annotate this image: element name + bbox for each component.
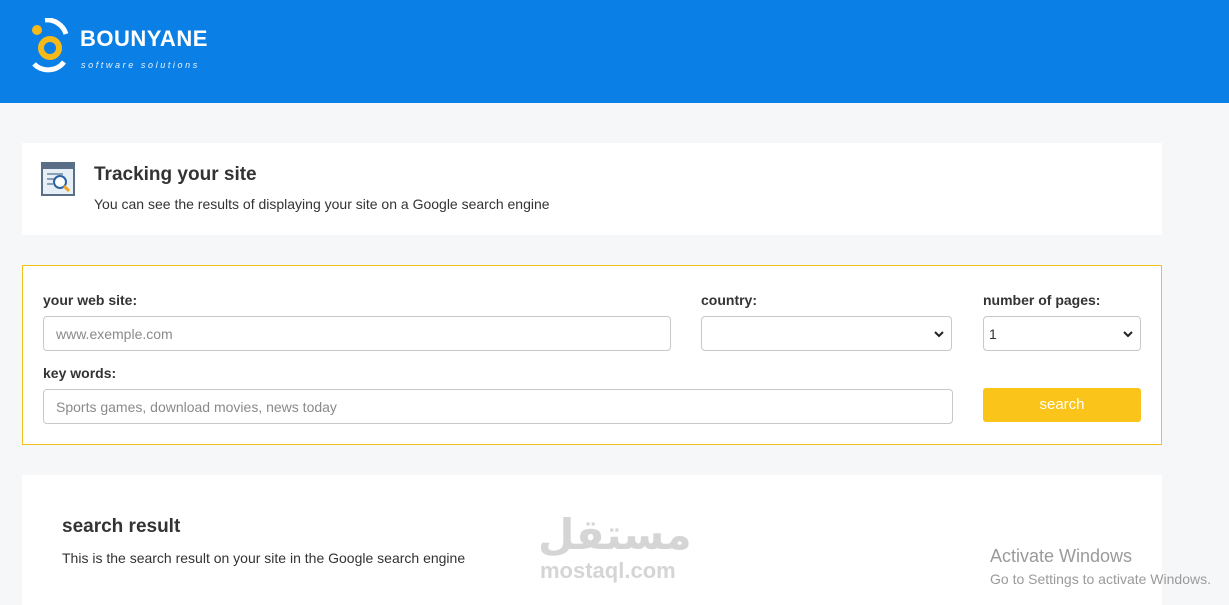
keywords-input[interactable]	[43, 389, 953, 424]
result-title: search result	[62, 516, 181, 537]
country-label: country:	[701, 292, 757, 308]
mostaql-watermark: مستقل mostaql.com	[538, 510, 693, 585]
search-form: your web site: country: number of pages:…	[22, 265, 1162, 445]
activate-windows-overlay: Activate Windows Go to Settings to activ…	[990, 546, 1211, 587]
keywords-label: key words:	[43, 365, 117, 381]
chevron-down-icon	[934, 331, 944, 338]
page-title: Tracking your site	[94, 164, 257, 185]
pages-select[interactable]: 1	[983, 316, 1141, 351]
top-header: BOUNYANE software solutions	[0, 0, 1229, 103]
logo-mark-icon	[32, 18, 69, 73]
activate-subtitle: Go to Settings to activate Windows.	[990, 571, 1211, 587]
brand-name: BOUNYANE	[80, 26, 208, 51]
brand-logo[interactable]: BOUNYANE software solutions	[30, 18, 230, 78]
country-select[interactable]	[701, 316, 952, 351]
result-subtitle: This is the search result on your site i…	[62, 550, 466, 566]
search-button[interactable]: search	[983, 388, 1141, 422]
page-subtitle: You can see the results of displaying yo…	[94, 196, 550, 212]
search-document-icon	[41, 162, 75, 196]
website-input[interactable]	[43, 316, 671, 351]
chevron-down-icon	[1123, 331, 1133, 338]
pages-select-value: 1	[989, 326, 997, 342]
brand-tagline: software solutions	[81, 60, 200, 70]
watermark-latin: mostaql.com	[540, 558, 676, 583]
pages-label: number of pages:	[983, 292, 1101, 308]
website-label: your web site:	[43, 292, 138, 308]
activate-title: Activate Windows	[990, 546, 1133, 566]
watermark-arabic: مستقل	[538, 511, 692, 558]
intro-card: Tracking your site You can see the resul…	[22, 143, 1162, 235]
